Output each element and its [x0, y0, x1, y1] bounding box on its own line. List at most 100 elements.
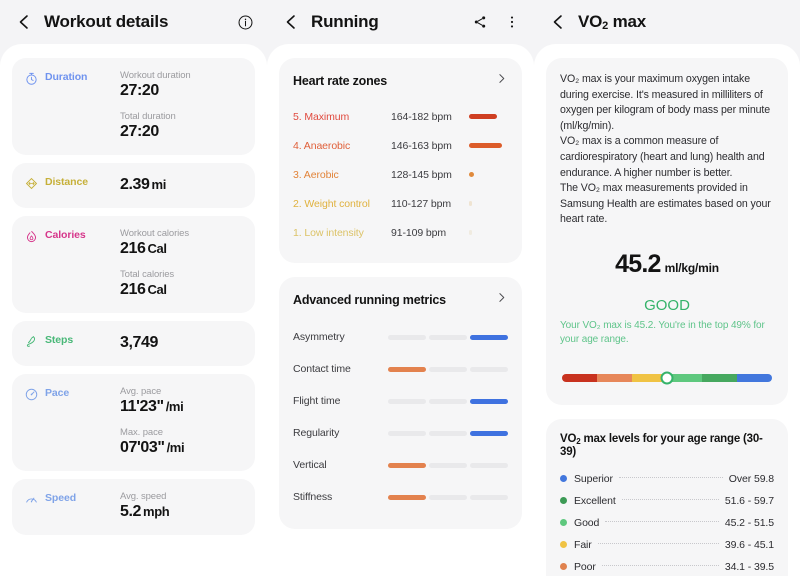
track-segment	[470, 462, 508, 468]
advanced-metrics-header[interactable]: Advanced running metrics	[293, 291, 508, 309]
leader-line	[601, 564, 719, 566]
metric-unit: /mi	[165, 399, 184, 414]
level-color-dot	[560, 519, 567, 527]
metric-row: 3,749	[120, 333, 241, 352]
vo2-max-sheet: VO₂ max is your maximum oxygen intake du…	[534, 44, 800, 576]
metric-label-group: Speed	[24, 491, 116, 521]
leader-line	[621, 498, 719, 500]
zone-name: 1. Low intensity	[293, 226, 364, 239]
metric-row: Max. pace 07'03"/mi	[120, 427, 241, 457]
metric-label-group: Pace	[24, 386, 116, 457]
level-row: Excellent 51.6 - 59.7	[560, 490, 774, 512]
advanced-metric-row: Contact time	[293, 353, 508, 385]
info-circle-icon	[238, 15, 252, 29]
distance-diamond-icon	[24, 176, 39, 191]
track-segment-filled	[470, 430, 508, 436]
metric-card-speed[interactable]: Speed Avg. speed 5.2 mph	[12, 479, 255, 535]
metric-track	[388, 430, 508, 436]
metric-name: Regularity	[293, 427, 340, 439]
metric-value: 27:20	[120, 123, 159, 140]
back-button[interactable]	[279, 10, 303, 34]
metric-value: 07'03"/mi	[120, 439, 185, 456]
heart-rate-zones-header[interactable]: Heart rate zones	[293, 72, 508, 90]
level-row: Good 45.2 - 51.5	[560, 512, 774, 534]
track-segment-filled	[388, 462, 426, 468]
track-segment	[470, 366, 508, 372]
vo2-value: 45.2	[615, 249, 661, 278]
metric-row: Total calories 216 Cal	[120, 269, 241, 299]
metric-value: 11'23"/mi	[120, 398, 184, 415]
metric-value: 5.2 mph	[120, 503, 170, 520]
track-segment	[470, 494, 508, 500]
vo2-message: Your VO₂ max is 45.2. You're in the top …	[560, 319, 765, 345]
level-range: 39.6 - 45.1	[724, 538, 774, 551]
metric-name: Asymmetry	[293, 331, 345, 343]
level-name: Superior	[574, 472, 613, 485]
metric-track	[388, 462, 508, 468]
info-button[interactable]	[235, 12, 255, 32]
metric-row: Workout calories 216 Cal	[120, 228, 241, 258]
metric-value: 216 Cal	[120, 240, 167, 257]
vo2-gauge[interactable]	[562, 371, 772, 385]
zone-bar	[469, 143, 502, 148]
zone-bpm: 110-127 bpm	[391, 197, 451, 210]
metric-label: Calories	[45, 229, 86, 241]
back-button[interactable]	[12, 10, 36, 34]
track-segment	[429, 430, 467, 436]
gauge-segment	[737, 373, 772, 382]
gauge-segment	[597, 373, 632, 382]
metric-values: Workout calories 216 Cal Total calories 2…	[116, 228, 241, 299]
leader-line	[618, 476, 723, 478]
heart-rate-zone-row: 3. Aerobic 128-145 bpm	[293, 160, 508, 189]
metric-card-duration[interactable]: Duration Workout duration 27:20 Total du…	[12, 58, 255, 155]
workout-details-sheet: Duration Workout duration 27:20 Total du…	[0, 44, 267, 576]
metric-values: Avg. speed 5.2 mph	[116, 491, 241, 521]
metric-track	[388, 334, 508, 340]
level-name: Fair	[574, 538, 592, 551]
zone-name: 2. Weight control	[293, 197, 370, 210]
chevron-right-icon	[495, 291, 508, 309]
panel-vo2-max: VO2 max VO₂ max is your maximum oxygen i…	[534, 0, 800, 576]
gauge-segment	[702, 373, 737, 382]
chevron-left-icon	[19, 15, 28, 29]
metric-unit: Cal	[147, 241, 167, 256]
advanced-metric-row: Regularity	[293, 417, 508, 449]
flame-icon	[24, 229, 39, 244]
zone-bar	[469, 172, 474, 177]
zone-bar-wrap	[469, 172, 508, 177]
metric-label: Pace	[45, 387, 70, 399]
back-button[interactable]	[546, 10, 570, 34]
metric-name: Vertical	[293, 459, 327, 471]
more-vertical-icon	[510, 16, 514, 28]
metric-label-group: Duration	[24, 70, 116, 141]
metric-card-steps[interactable]: Steps 3,749	[12, 321, 255, 366]
level-range: Over 59.8	[728, 472, 774, 485]
metric-label-group: Calories	[24, 228, 116, 299]
metric-label: Distance	[45, 176, 88, 188]
metric-card-distance[interactable]: Distance 2.39 mi	[12, 163, 255, 208]
levels-title: VO2 max levels for your age range (30-39…	[560, 432, 763, 458]
track-segment	[429, 494, 467, 500]
metric-card-pace[interactable]: Pace Avg. pace 11'23"/mi Max. pace 07'03…	[12, 374, 255, 471]
metric-card-calories[interactable]: Calories Workout calories 216 Cal Total c…	[12, 216, 255, 313]
zone-bpm: 128-145 bpm	[391, 168, 452, 181]
metric-value: 2.39 mi	[120, 176, 166, 193]
panel-running: Running Heart rate zones 5. Maximum 164-…	[267, 0, 534, 576]
heart-rate-zone-row: 5. Maximum 164-182 bpm	[293, 102, 508, 131]
vo2-description: VO₂ max is your maximum oxygen intake du…	[560, 72, 774, 228]
heart-rate-zone-row: 1. Low intensity 91-109 bpm	[293, 218, 508, 247]
track-segment-filled	[388, 494, 426, 500]
level-name: Good	[574, 516, 600, 529]
page-title: Running	[311, 12, 379, 31]
zone-bar-wrap	[469, 114, 508, 119]
metric-values: Workout duration 27:20 Total duration 27…	[116, 70, 241, 141]
metric-row: Total duration 27:20	[120, 111, 241, 141]
metric-name: Flight time	[293, 395, 341, 407]
metric-unit: mph	[143, 504, 170, 519]
more-options-button[interactable]	[502, 12, 522, 32]
share-button[interactable]	[470, 12, 490, 32]
stopwatch-icon	[24, 71, 39, 86]
heart-rate-zone-row: 4. Anaerobic 146-163 bpm	[293, 131, 508, 160]
chevron-right-icon	[495, 72, 508, 90]
panel-workout-details: Workout details Duration Workout duratio…	[0, 0, 267, 576]
